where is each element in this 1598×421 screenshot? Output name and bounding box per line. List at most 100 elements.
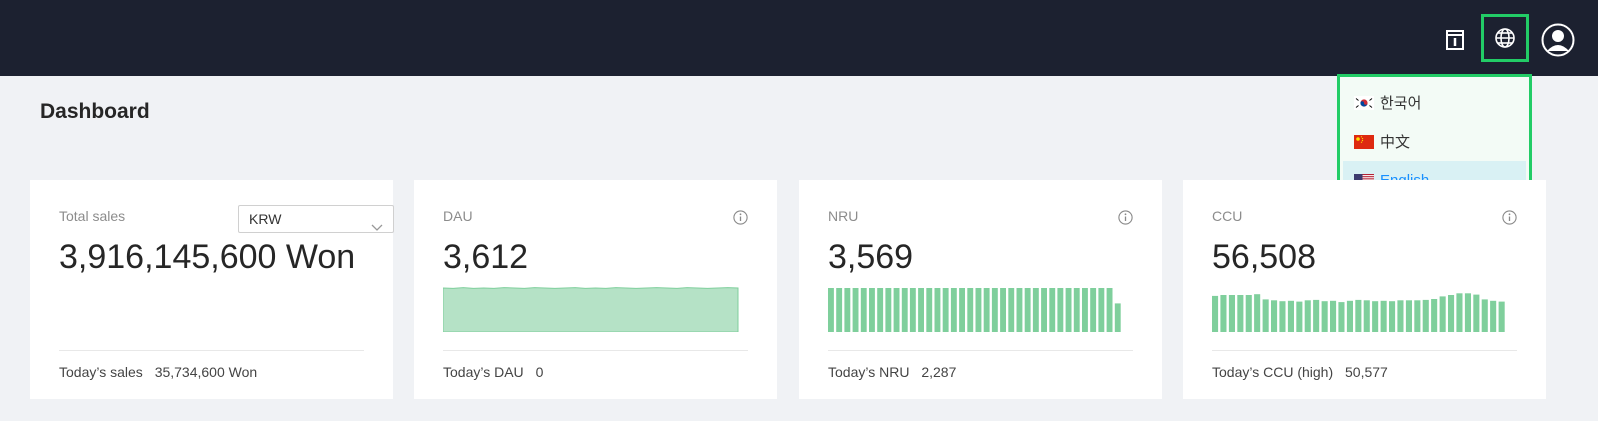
nru-bar — [926, 288, 933, 332]
ccu-bar — [1262, 299, 1269, 332]
ccu-bar — [1490, 300, 1497, 332]
ccu-bar — [1346, 300, 1353, 332]
card-footer: Today’s CCU (high) 50,577 — [1212, 364, 1388, 380]
nru-bar — [942, 288, 949, 332]
total-sales-card: Total sales KRW 3,916,145,600 Won Today’… — [30, 180, 394, 399]
document-icon[interactable] — [1437, 22, 1473, 58]
ccu-bar — [1212, 295, 1219, 332]
ccu-bar — [1481, 299, 1488, 332]
divider — [1212, 350, 1517, 351]
footer-label: Today’s CCU (high) — [1212, 364, 1334, 380]
card-label: CCU — [1212, 208, 1243, 224]
nru-bar — [1065, 288, 1072, 332]
footer-label: Today’s DAU — [443, 364, 524, 380]
dau-card: DAU 3,612 Today’s DAU 0 — [414, 180, 777, 399]
nru-bar — [852, 288, 859, 332]
nru-bar — [901, 288, 908, 332]
chevron-down-icon — [371, 214, 383, 240]
ccu-bar — [1372, 301, 1379, 332]
nru-bar — [909, 288, 916, 332]
nru-bar — [877, 288, 884, 332]
card-label: Total sales — [59, 208, 126, 224]
card-label: NRU — [828, 208, 859, 224]
ccu-bar — [1439, 296, 1446, 332]
nru-bar — [1008, 288, 1015, 332]
language-option-chinese[interactable]: 中文 — [1343, 122, 1526, 161]
ccu-bar — [1279, 301, 1286, 332]
nru-bar — [959, 288, 965, 332]
nru-bar — [1114, 303, 1121, 332]
card-footer: Today’s NRU 2,287 — [828, 364, 956, 380]
nru-bar — [918, 288, 924, 332]
language-option-korean[interactable]: 한국어 — [1343, 83, 1526, 122]
divider — [828, 350, 1133, 351]
ccu-bar — [1405, 300, 1412, 332]
nru-bar — [836, 288, 843, 332]
nru-bar — [828, 288, 834, 332]
footer-label: Today’s sales — [59, 364, 143, 380]
nru-bar — [844, 288, 851, 332]
footer-value: 2,287 — [921, 364, 957, 380]
currency-select-value: KRW — [249, 211, 282, 227]
nru-bar — [1032, 288, 1039, 332]
user-avatar-icon[interactable] — [1538, 20, 1578, 60]
ccu-bar — [1296, 301, 1303, 332]
ccu-bar — [1304, 300, 1311, 332]
ccu-bar — [1245, 295, 1252, 332]
nru-bar — [1049, 288, 1056, 332]
ccu-bar — [1363, 300, 1370, 332]
dau-area-chart — [443, 287, 739, 332]
ccu-bar — [1389, 301, 1396, 332]
top-navigation-bar — [0, 0, 1598, 76]
ccu-bar — [1464, 293, 1471, 332]
divider — [59, 350, 364, 351]
language-option-label: 한국어 — [1380, 95, 1422, 112]
page-title: Dashboard — [40, 100, 150, 123]
nru-bar — [860, 288, 867, 332]
ccu-bar — [1431, 299, 1438, 332]
nru-bar — [1057, 288, 1064, 332]
info-icon[interactable] — [733, 210, 748, 225]
card-footer: Today’s DAU 0 — [443, 364, 543, 380]
nru-bar — [934, 288, 941, 332]
globe-icon[interactable] — [1481, 14, 1529, 62]
ccu-bar — [1338, 302, 1345, 332]
nru-bar — [950, 288, 957, 332]
nru-value: 3,569 — [828, 238, 914, 276]
ccu-bar — [1498, 301, 1505, 332]
ccu-bar — [1313, 299, 1320, 332]
nru-bar — [1041, 288, 1047, 332]
nru-bar — [1000, 288, 1006, 332]
ccu-bar — [1414, 300, 1421, 332]
china-flag-icon — [1354, 134, 1374, 149]
ccu-card: CCU 56,508 Today’s CCU (high) 50,577 — [1183, 180, 1546, 399]
nru-bar — [1024, 288, 1031, 332]
nru-bar-chart — [828, 288, 1121, 332]
nru-bar — [991, 288, 998, 332]
info-icon[interactable] — [1502, 210, 1517, 225]
ccu-bar — [1473, 294, 1480, 332]
ccu-value: 56,508 — [1212, 238, 1316, 276]
nru-card: NRU 3,569 Today’s NRU 2,287 — [799, 180, 1162, 399]
ccu-bar — [1355, 299, 1362, 332]
nru-bar — [1098, 288, 1105, 332]
nru-bar — [1016, 288, 1023, 332]
total-sales-value: 3,916,145,600 Won — [59, 238, 356, 276]
nru-bar — [1073, 288, 1080, 332]
info-icon[interactable] — [1118, 210, 1133, 225]
nru-bar — [1082, 288, 1088, 332]
ccu-bar-chart — [1212, 293, 1505, 332]
korea-flag-icon — [1354, 95, 1374, 110]
divider — [443, 350, 748, 351]
language-option-label: 中文 — [1380, 134, 1411, 151]
ccu-bar — [1456, 293, 1463, 332]
ccu-bar — [1321, 301, 1328, 332]
footer-value: 0 — [535, 364, 544, 380]
ccu-bar — [1254, 294, 1261, 332]
footer-label: Today’s NRU — [828, 364, 910, 380]
currency-select[interactable]: KRW — [238, 205, 394, 233]
nru-bar — [869, 288, 875, 332]
dau-value: 3,612 — [443, 238, 529, 276]
ccu-bar — [1380, 300, 1387, 332]
nru-bar — [1090, 288, 1097, 332]
